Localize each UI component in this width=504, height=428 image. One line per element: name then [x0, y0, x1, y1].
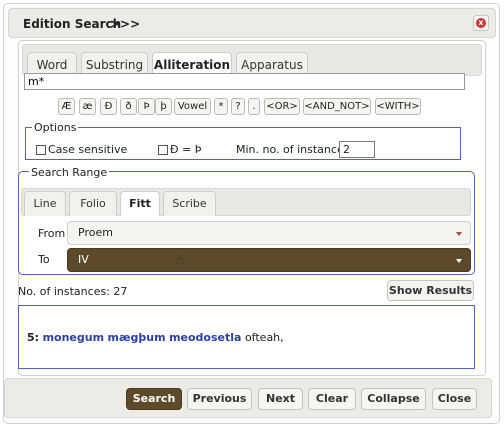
- with-operator-button[interactable]: <WITH>: [375, 98, 421, 115]
- or-operator-button[interactable]: <OR>: [264, 98, 300, 115]
- search-range-legend: Search Range: [29, 166, 110, 179]
- close-button[interactable]: Close: [432, 388, 477, 410]
- eth-thorn-checkbox[interactable]: [158, 145, 168, 155]
- from-select[interactable]: Proem: [67, 221, 471, 245]
- case-sensitive-checkbox[interactable]: [36, 145, 46, 155]
- wildcard-star-button[interactable]: *: [214, 98, 228, 115]
- and-not-operator-button[interactable]: <AND_NOT>: [303, 98, 371, 115]
- close-dialog-button[interactable]: x: [473, 15, 489, 31]
- show-results-button[interactable]: Show Results: [387, 280, 474, 301]
- range-tab-scribe[interactable]: Scribe: [163, 191, 216, 216]
- char-button-thorn[interactable]: þ: [155, 98, 172, 115]
- options-legend: Options: [32, 121, 79, 134]
- chevron-down-icon: [456, 232, 462, 236]
- char-button-eth[interactable]: ð: [120, 98, 137, 115]
- wildcard-dot-button[interactable]: .: [248, 98, 260, 115]
- results-panel: 5: monegum mægþum meodosetla ofteah,: [18, 305, 475, 369]
- collapse-button[interactable]: Collapse: [361, 388, 426, 410]
- wildcard-question-button[interactable]: ?: [231, 98, 245, 115]
- instances-count: No. of instances: 27: [18, 285, 128, 298]
- close-icon: x: [476, 18, 486, 28]
- result-line-number: 5:: [27, 331, 40, 344]
- search-tabs-bar: Word Substring Alliteration Apparatus: [22, 44, 482, 79]
- from-label: From: [38, 227, 66, 240]
- to-selected-value: IV: [78, 253, 89, 266]
- expand-toggle[interactable]: >>>: [110, 17, 140, 31]
- char-button-ETH[interactable]: Ð: [100, 98, 117, 115]
- char-button-AE[interactable]: Æ: [58, 98, 75, 115]
- chevron-down-icon: [456, 259, 462, 263]
- clear-button[interactable]: Clear: [308, 388, 356, 410]
- search-button[interactable]: Search: [126, 388, 182, 410]
- to-select[interactable]: IV: [67, 248, 471, 272]
- result-rest-text: ofteah,: [244, 331, 284, 344]
- from-selected-value: Proem: [78, 226, 113, 239]
- range-tab-line[interactable]: Line: [24, 191, 66, 216]
- result-hit: mægþum: [107, 331, 166, 344]
- dialog-title: Edition Search: [23, 17, 122, 31]
- dialog-titlebar: Edition Search >>> x: [8, 8, 496, 38]
- case-sensitive-label: Case sensitive: [48, 143, 128, 156]
- range-tab-fitt[interactable]: Fitt: [120, 191, 160, 216]
- to-label: To: [38, 253, 50, 266]
- previous-button[interactable]: Previous: [187, 388, 252, 410]
- eth-thorn-label: Ð = Þ: [170, 143, 202, 156]
- next-button[interactable]: Next: [258, 388, 303, 410]
- char-button-THORN[interactable]: Þ: [138, 98, 155, 115]
- char-button-ae[interactable]: æ: [79, 98, 96, 115]
- search-query-input[interactable]: [24, 73, 465, 90]
- result-hit: meodosetla: [169, 331, 242, 344]
- min-instances-label: Min. no. of instances: [236, 143, 350, 156]
- min-instances-input[interactable]: 2: [339, 141, 375, 158]
- range-tab-folio[interactable]: Folio: [69, 191, 117, 216]
- vowel-button[interactable]: Vowel: [174, 98, 211, 115]
- result-line[interactable]: 5: monegum mægþum meodosetla ofteah,: [27, 331, 284, 344]
- result-hit: monegum: [42, 331, 105, 344]
- hand-pointer-icon: ☝: [175, 252, 184, 268]
